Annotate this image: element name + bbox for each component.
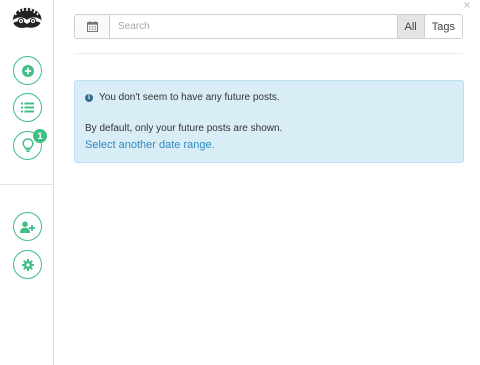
filter-all-button[interactable]: All [396,15,424,38]
raccoon-logo-icon[interactable] [10,5,44,31]
close-icon[interactable]: × [461,0,473,11]
alert-description: By default, only your future posts are s… [85,123,283,134]
content-divider [74,53,463,54]
alert-title: You don't seem to have any future posts. [99,92,280,103]
posts-list-button[interactable] [13,93,42,122]
add-user-icon [20,220,35,233]
list-icon [21,102,34,113]
alert-header: i You don't seem to have any future post… [85,92,280,103]
search-input[interactable] [110,15,397,38]
new-post-button[interactable] [13,56,42,85]
filter-tags-button[interactable]: Tags [423,15,462,38]
info-alert: i You don't seem to have any future post… [74,80,464,163]
sidebar: 1 [0,0,54,365]
info-icon: i [85,93,93,102]
calendar-icon [86,21,98,32]
date-range-button[interactable] [75,15,110,38]
gear-icon [21,258,34,271]
plus-icon [21,64,34,77]
add-user-button[interactable] [13,212,42,241]
ideas-count-badge: 1 [33,129,47,143]
sidebar-divider [0,184,53,185]
select-date-range-link[interactable]: Select another date range. [85,139,215,151]
settings-button[interactable] [13,250,42,279]
lightbulb-icon [21,138,34,153]
search-bar: All Tags [74,14,463,39]
